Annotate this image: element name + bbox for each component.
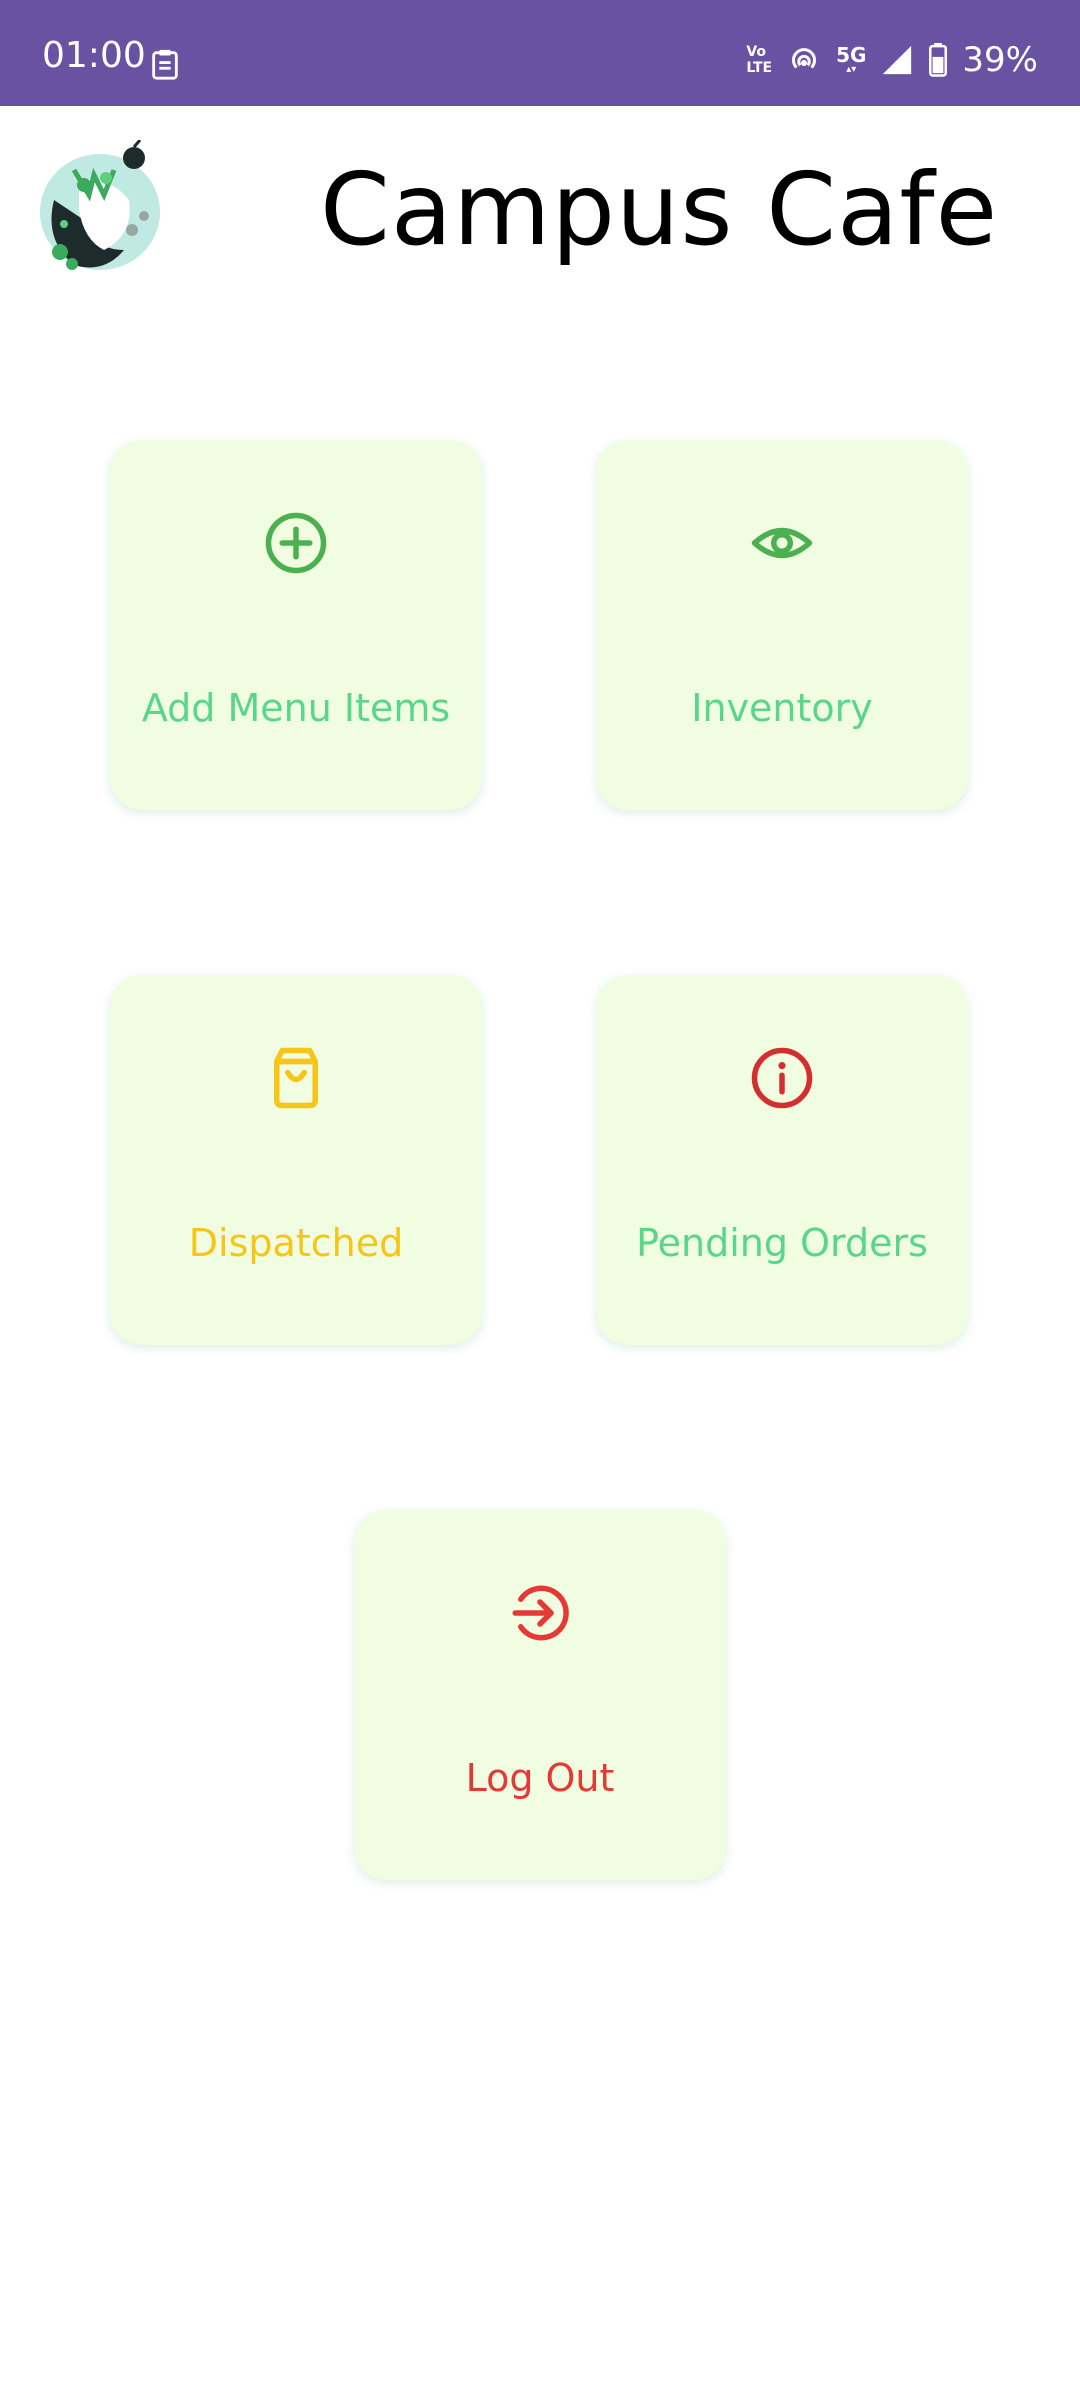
- data-arrows-icon: ▴▾: [846, 64, 857, 75]
- dispatched-button[interactable]: Dispatched: [110, 975, 482, 1345]
- network-type-label: 5G: [836, 43, 867, 67]
- pending-orders-button[interactable]: Pending Orders: [596, 975, 968, 1345]
- volte-indicator: Vo LTE: [746, 44, 772, 76]
- pending-orders-label: Pending Orders: [636, 1221, 928, 1265]
- screen: 01:00 Vo LTE 5G ▴▾ 39% Campus Cafe Add M…: [0, 0, 1080, 2400]
- log-out-icon: [512, 1585, 569, 1641]
- status-icons: Vo LTE 5G ▴▾ 39%: [746, 40, 1038, 80]
- volte-top: Vo: [746, 44, 767, 60]
- status-bar: 01:00 Vo LTE 5G ▴▾ 39%: [0, 0, 1080, 106]
- volte-bottom: LTE: [746, 60, 773, 76]
- plus-circle-icon: [265, 512, 327, 574]
- inventory-button[interactable]: Inventory: [596, 440, 968, 810]
- hotspot-icon: [792, 48, 817, 69]
- inventory-label: Inventory: [691, 686, 873, 730]
- status-time: 01:00: [42, 35, 146, 76]
- battery-icon: [929, 43, 948, 77]
- battery-percentage: 39%: [962, 40, 1038, 80]
- dispatched-label: Dispatched: [188, 1221, 404, 1265]
- log-out-button[interactable]: Log Out: [354, 1510, 726, 1880]
- shopping-bag-icon: [274, 1047, 318, 1109]
- add-menu-items-label: Add Menu Items: [141, 686, 451, 730]
- add-menu-items-button[interactable]: Add Menu Items: [110, 440, 482, 810]
- log-out-label: Log Out: [465, 1756, 615, 1800]
- clipboard-icon: [152, 49, 178, 80]
- cafe-logo-icon: [40, 140, 160, 270]
- signal-block: 5G ▴▾: [836, 45, 866, 75]
- eye-icon: [751, 528, 813, 558]
- info-icon: [751, 1047, 813, 1109]
- signal-strength-icon: [883, 45, 912, 75]
- app-title: Campus Cafe: [320, 151, 999, 268]
